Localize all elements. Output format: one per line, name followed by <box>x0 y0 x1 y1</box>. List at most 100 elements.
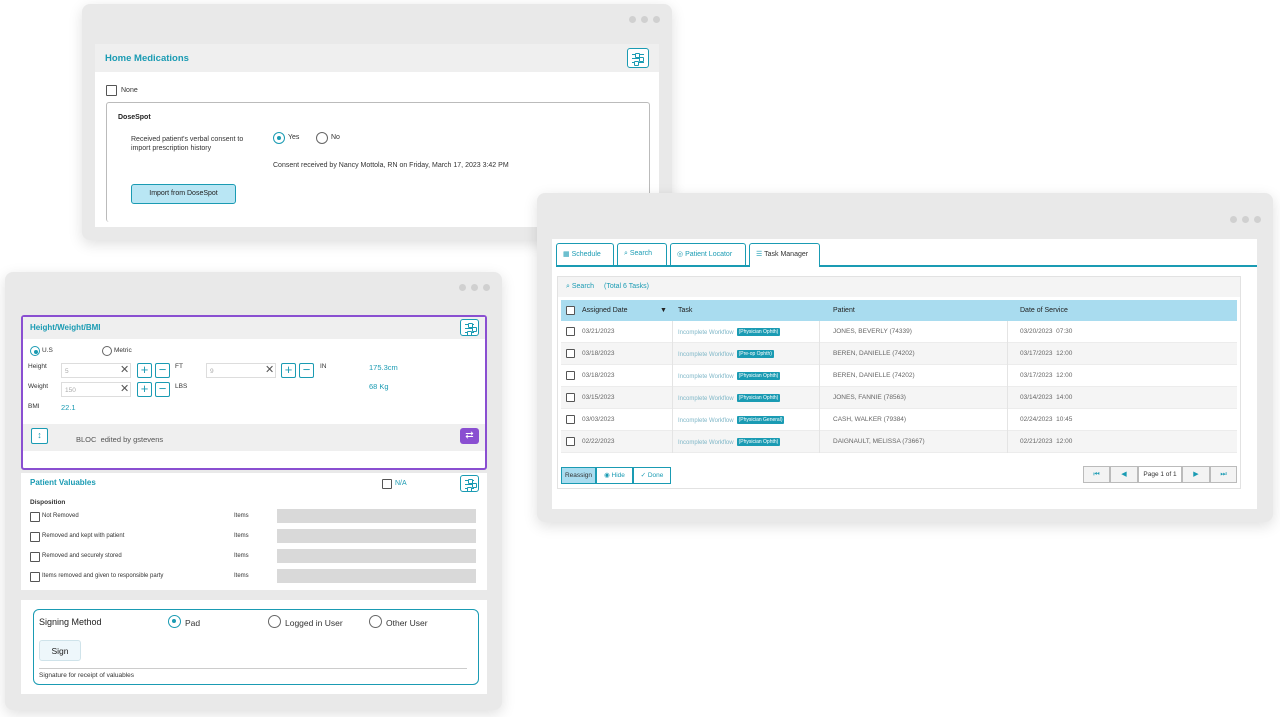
logged-in-user-label: Logged in User <box>285 618 343 628</box>
items-field[interactable] <box>277 529 476 543</box>
dosespot-title: DoseSpot <box>118 114 151 121</box>
done-button[interactable]: ✓ Done <box>633 467 671 484</box>
first-page-icon[interactable]: ⏮ <box>1083 466 1110 483</box>
hide-label: Hide <box>611 472 625 479</box>
col-date-of-service[interactable]: Date of Service <box>1020 307 1068 314</box>
table-row[interactable]: 02/22/2023 Incomplete Workflow (Physician… <box>561 431 1237 453</box>
hwbmi-settings-icon[interactable] <box>460 319 479 337</box>
row-task-label: Incomplete Workflow <box>678 352 734 358</box>
not-removed-checkbox[interactable] <box>30 512 40 522</box>
row-date-of-service: 03/20/2023 07:30 <box>1020 328 1073 335</box>
sort-down-icon[interactable]: ▼ <box>660 307 667 314</box>
list-icon: ☰ <box>756 251 763 258</box>
row-checkbox[interactable] <box>566 415 575 424</box>
securely-stored-label: Removed and securely stored <box>42 553 122 559</box>
row-task-tag: (Physician Ophth) <box>736 328 781 336</box>
row-checkbox[interactable] <box>566 393 575 402</box>
height-ft-plus-button[interactable]: + <box>137 363 152 378</box>
row-patient: BEREN, DANIELLE (74202) <box>833 372 915 379</box>
kept-with-patient-checkbox[interactable] <box>30 532 40 542</box>
valuables-na-checkbox[interactable] <box>382 479 392 489</box>
select-all-checkbox[interactable] <box>566 306 575 315</box>
table-row[interactable]: 03/18/2023 Incomplete Workflow (Physician… <box>561 365 1237 387</box>
home-medications-settings-icon[interactable] <box>627 48 649 68</box>
table-row[interactable]: 03/18/2023 Incomplete Workflow (Pre-op Op… <box>561 343 1237 365</box>
row-task-tag: (Physician Ophth) <box>736 372 781 380</box>
items-label: Items <box>234 553 249 559</box>
hide-button[interactable]: ◉ Hide <box>596 467 633 484</box>
tab-patient-locator[interactable]: ◎ Patient Locator <box>670 243 746 265</box>
clear-in-icon[interactable]: ✕ <box>265 363 274 376</box>
expand-vertical-icon[interactable]: ↕ <box>31 428 48 444</box>
col-patient[interactable]: Patient <box>833 307 855 314</box>
table-row[interactable]: 03/21/2023 Incomplete Workflow (Physician… <box>561 321 1237 343</box>
reassign-button[interactable]: Reassign <box>561 467 596 484</box>
row-checkbox[interactable] <box>566 327 575 336</box>
last-page-icon[interactable]: ⏭ <box>1210 466 1237 483</box>
other-user-radio[interactable] <box>369 615 382 628</box>
us-radio[interactable] <box>30 346 40 356</box>
weight-minus-button[interactable]: − <box>155 382 170 397</box>
height-label: Height <box>28 363 47 370</box>
clear-weight-icon[interactable]: ✕ <box>120 382 129 395</box>
weight-kg-value: 68 Kg <box>369 382 389 391</box>
row-checkbox[interactable] <box>566 349 575 358</box>
none-checkbox[interactable] <box>106 85 117 96</box>
weight-plus-button[interactable]: + <box>137 382 152 397</box>
given-to-party-checkbox[interactable] <box>30 572 40 582</box>
valuables-settings-icon[interactable] <box>460 475 479 493</box>
pad-radio[interactable] <box>168 615 181 628</box>
height-in-minus-button[interactable]: − <box>299 363 314 378</box>
row-assigned-date: 03/18/2023 <box>582 350 615 357</box>
row-task[interactable]: Incomplete Workflow (Physician General) <box>678 416 785 424</box>
home-medications-title: Home Medications <box>105 53 189 64</box>
row-task-tag: (Physician Ophth) <box>736 394 781 402</box>
column-divider <box>1007 365 1008 387</box>
column-divider <box>672 343 673 365</box>
tab-search[interactable]: ⌕ Search <box>617 243 667 265</box>
column-divider <box>1007 343 1008 365</box>
table-row[interactable]: 03/15/2023 Incomplete Workflow (Physician… <box>561 387 1237 409</box>
items-field[interactable] <box>277 509 476 523</box>
items-field[interactable] <box>277 549 476 563</box>
target-icon: ◎ <box>677 251 684 258</box>
consent-no-radio[interactable] <box>316 132 328 144</box>
row-task-label: Incomplete Workflow <box>678 330 734 336</box>
col-task[interactable]: Task <box>678 307 692 314</box>
items-field[interactable] <box>277 569 476 583</box>
sign-button[interactable]: Sign <box>39 640 81 661</box>
row-checkbox[interactable] <box>566 371 575 380</box>
col-assigned-date[interactable]: Assigned Date <box>582 307 628 314</box>
consent-no-label: No <box>331 134 340 141</box>
tab-task-manager[interactable]: ☰ Task Manager <box>749 243 820 267</box>
column-divider <box>672 409 673 431</box>
clear-ft-icon[interactable]: ✕ <box>120 363 129 376</box>
swap-icon[interactable]: ⇄ <box>460 428 479 444</box>
row-checkbox[interactable] <box>566 437 575 446</box>
row-task[interactable]: Incomplete Workflow (Physician Ophth) <box>678 372 781 380</box>
column-divider <box>819 343 820 365</box>
height-ft-minus-button[interactable]: − <box>155 363 170 378</box>
table-row[interactable]: 03/03/2023 Incomplete Workflow (Physician… <box>561 409 1237 431</box>
window-controls <box>459 284 490 291</box>
consent-yes-radio[interactable] <box>273 132 285 144</box>
total-tasks: (Total 6 Tasks) <box>604 283 649 290</box>
row-patient: JONES, BEVERLY (74339) <box>833 328 912 335</box>
logged-in-user-radio[interactable] <box>268 615 281 628</box>
prev-page-icon[interactable]: ◀ <box>1110 466 1138 483</box>
height-in-plus-button[interactable]: + <box>281 363 296 378</box>
column-divider <box>819 387 820 409</box>
import-dosespot-button[interactable]: Import from DoseSpot <box>131 184 236 204</box>
row-task[interactable]: Incomplete Workflow (Pre-op Ophth) <box>678 350 774 358</box>
securely-stored-checkbox[interactable] <box>30 552 40 562</box>
row-task[interactable]: Incomplete Workflow (Physician Ophth) <box>678 394 781 402</box>
metric-radio[interactable] <box>102 346 112 356</box>
next-page-icon[interactable]: ▶ <box>1182 466 1210 483</box>
row-task[interactable]: Incomplete Workflow (Physician Ophth) <box>678 328 781 336</box>
other-user-label: Other User <box>386 618 428 628</box>
row-task[interactable]: Incomplete Workflow (Physician Ophth) <box>678 438 781 446</box>
metric-label: Metric <box>114 347 132 354</box>
bloc-edited-text: BLOC edited by gstevens <box>76 435 164 444</box>
grid-search-link[interactable]: ⌕ Search <box>566 283 594 291</box>
tab-schedule[interactable]: ▦ Schedule <box>556 243 614 265</box>
